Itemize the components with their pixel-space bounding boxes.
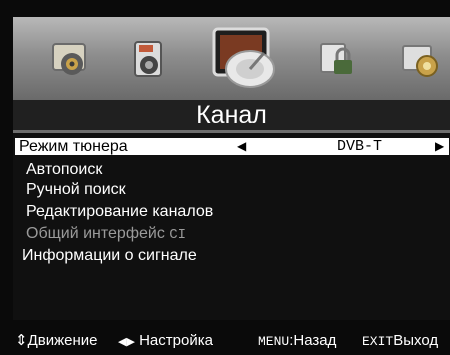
hint-adjust-label: Настройка (139, 332, 213, 349)
menu-item-label: Информации о сигнале (22, 247, 197, 264)
left-right-arrows-icon: ◀▶ (118, 336, 135, 348)
channel-satellite-icon[interactable] (201, 17, 291, 100)
arrow-right-icon[interactable]: ▶ (435, 138, 444, 155)
hint-adjust: ◀▶ Настройка (118, 332, 213, 351)
menu-item-label: Общий интерфейс (26, 225, 165, 242)
menu-item-label: Редактирование каналов (26, 203, 214, 220)
setup-icon[interactable] (385, 17, 450, 100)
tv-osd-screen: Канал Режим тюнера ◀ DVB-T ▶ Автопоиск Р… (0, 0, 450, 355)
menu-title-bar: Канал (13, 100, 450, 130)
ci-suffix: CI (169, 227, 187, 243)
hint-menu: MENU:Назад (258, 332, 336, 351)
exit-action-label: Выход (393, 332, 439, 349)
menu-item-label: Автопоиск (26, 161, 103, 178)
up-down-arrows-icon: ⇕ (15, 332, 28, 349)
menu-item-tuner-mode[interactable]: Режим тюнера ◀ DVB-T ▶ (15, 138, 449, 155)
menu-icon-strip (13, 17, 450, 100)
menu-item-auto-search[interactable]: Автопоиск (26, 160, 102, 180)
hint-exit: EXITВыход (362, 332, 438, 351)
exit-key-label: EXIT (362, 334, 394, 349)
menu-title: Канал (196, 101, 267, 129)
menu-item-label: Ручной поиск (26, 181, 126, 198)
hint-move: ⇕Движение (15, 332, 97, 350)
hint-move-label: Движение (27, 332, 98, 349)
menu-item-common-interface: Общий интерфейс CI (26, 224, 186, 244)
lock-icon[interactable] (301, 17, 371, 100)
menu-key-label: MENU (258, 334, 290, 349)
tuner-mode-value: DVB-T (337, 138, 383, 155)
arrow-left-icon[interactable]: ◀ (237, 138, 246, 155)
menu-item-label: Режим тюнера (19, 138, 128, 155)
sound-icon[interactable] (115, 17, 185, 100)
picture-icon[interactable] (35, 17, 105, 100)
menu-item-manual-search[interactable]: Ручной поиск (26, 180, 126, 200)
menu-item-signal-info[interactable]: Информации о сигнале (22, 246, 197, 266)
menu-item-channel-edit[interactable]: Редактирование каналов (26, 202, 213, 222)
menu-action-label: :Назад (289, 332, 337, 349)
